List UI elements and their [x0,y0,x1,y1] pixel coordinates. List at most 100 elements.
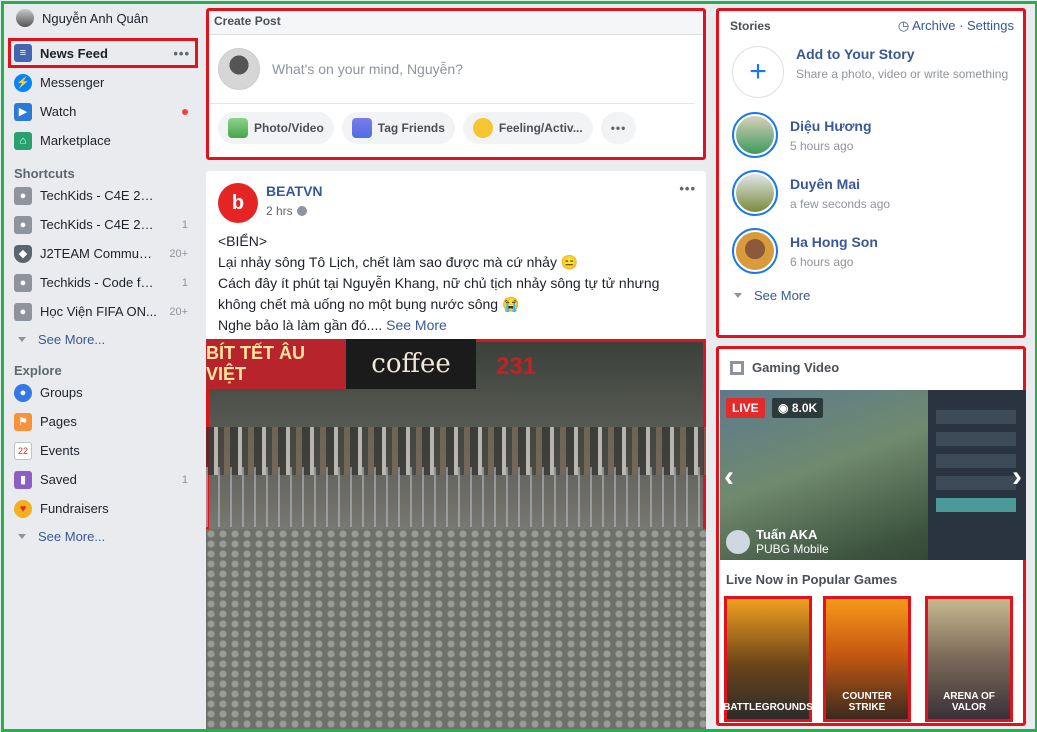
composer-placeholder: What's on your mind, Nguyễn? [272,61,463,77]
nav-watch[interactable]: ▶ Watch [8,97,198,126]
stories-title: Stories [730,19,771,33]
group-icon: ● [14,302,32,321]
shortcut-label: TechKids - C4E 23 ... [40,217,158,232]
profile-link[interactable]: Nguyễn Anh Quân [8,4,198,32]
story-avatar [732,112,778,158]
post-line: Cách đây ít phút tại Nguyễn Khang, nữ ch… [218,275,660,312]
page-name-link[interactable]: BEATVN [266,183,323,199]
see-more-link[interactable]: See More [386,317,447,333]
more-options-icon[interactable]: ••• [173,46,190,61]
shop-sign: coffee [346,339,476,389]
game-tile-counter-strike[interactable]: COUNTER STRIKE [823,596,911,722]
chevron-right-icon[interactable]: › [1012,460,1022,494]
messenger-icon: ⚡ [14,73,32,92]
shortcut-item[interactable]: ● TechKids - C4E 23 ... 1 [8,210,198,239]
nav-marketplace[interactable]: ⌂ Marketplace [8,126,198,155]
chevron-down-icon [18,336,26,342]
shortcut-label: Học Viện FIFA ON... [40,304,157,319]
flag-icon: ⚑ [14,412,32,431]
stories-see-more[interactable]: See More [716,282,1026,308]
composer-input[interactable]: What's on your mind, Nguyễn? [206,35,694,104]
add-story[interactable]: + Add to Your Story Share a photo, video… [716,46,1026,98]
shortcuts-see-more[interactable]: See More... [8,326,198,352]
bookmark-icon: ▮ [14,470,32,489]
game-title: COUNTER STRIKE [826,599,908,719]
page-logo-icon[interactable]: b [218,183,258,223]
clock-icon: ◷ [897,18,910,33]
news-feed-icon: ≡ [14,44,32,62]
marketplace-icon: ⌂ [14,131,32,150]
feed-post: b BEATVN 2 hrs ••• <BIỂN> Lại nhảy sông … [206,171,706,731]
explore-item-saved[interactable]: ▮ Saved 1 [8,465,198,494]
post-photo[interactable]: BÍT TẾT ÂU VIỆT coffee 231 [206,339,706,731]
story-item[interactable]: Diệu Hương 5 hours ago [716,112,1026,158]
more-options-button[interactable]: ••• [600,112,637,144]
explore-label: Events [40,443,80,458]
live-badge: LIVE [726,398,765,418]
group-icon: ● [14,186,32,205]
archive-link[interactable]: Archive [912,18,955,33]
shortcut-item[interactable]: ● TechKids - C4E 22 ... [8,181,198,210]
story-time: 6 hours ago [790,255,854,269]
shop-sign: 231 [496,353,537,380]
avatar [726,529,750,554]
post-time[interactable]: 2 hrs [266,204,323,218]
button-label: Feeling/Activ... [498,121,583,135]
chevron-left-icon[interactable]: ‹ [724,460,734,494]
button-label: Tag Friends [377,121,445,135]
post-options-icon[interactable]: ••• [679,181,696,196]
photo-icon [228,118,248,138]
story-item[interactable]: Ha Hong Son 6 hours ago [716,228,1026,274]
explore-item-groups[interactable]: ● Groups [8,378,198,407]
eye-icon: ◉ [778,401,789,415]
nav-news-feed[interactable]: ≡ News Feed ••• [8,38,198,68]
streamer-game: PUBG Mobile [756,542,829,556]
smiley-icon [472,118,493,138]
separator: · [955,18,968,33]
explore-see-more[interactable]: See More... [8,523,198,549]
story-item[interactable]: Duyên Mai a few seconds ago [716,170,1026,216]
more-options-icon: ••• [610,121,627,135]
plus-icon: + [732,46,784,98]
groups-icon: ● [14,383,32,402]
story-avatar [732,170,778,216]
shortcut-item[interactable]: ◆ J2TEAM Community 20+ [8,239,198,268]
shortcut-label: J2TEAM Community [40,246,158,261]
shortcut-item[interactable]: ● Học Viện FIFA ON... 20+ [8,297,198,326]
post-body: <BIỂN> Lại nhảy sông Tô Lịch, chết làm s… [206,223,706,336]
see-more-label: See More... [38,528,106,544]
viewer-count-value: 8.0K [791,401,818,415]
shortcut-item[interactable]: ● Techkids - Code for... 1 [8,268,198,297]
gaming-video-panel: Gaming Video LIVE ◉ 8.0K ‹ › Tuấn AKA PU… [716,346,1026,726]
shortcut-label: Techkids - Code for... [40,275,158,290]
see-more-label: See More... [38,331,106,347]
story-time: a few seconds ago [790,197,891,211]
post-header: b BEATVN 2 hrs [206,171,706,223]
photo-video-button[interactable]: Photo/Video [218,112,334,144]
explore-label: Groups [40,385,83,400]
nav-label: Messenger [40,75,105,90]
live-video-player[interactable]: LIVE ◉ 8.0K ‹ › Tuấn AKA PUBG Mobile [720,390,1026,560]
gaming-header: Gaming Video [716,346,1026,375]
group-icon: ● [14,273,32,292]
explore-item-pages[interactable]: ⚑ Pages [8,407,198,436]
settings-link[interactable]: Settings [967,18,1014,33]
game-tile-pubg[interactable]: BATTLEGROUNDS [723,596,813,722]
streamer-info[interactable]: Tuấn AKA PUBG Mobile [726,527,829,556]
user-name: Nguyễn Anh Quân [42,10,149,26]
avatar [16,9,34,27]
game-tile-arena-of-valor[interactable]: ARENA OF VALOR [925,596,1013,722]
explore-label: Saved [40,472,77,487]
chevron-down-icon [18,533,26,539]
explore-heading: Explore [14,363,62,378]
tag-friends-button[interactable]: Tag Friends [341,112,455,144]
add-story-title: Add to Your Story [796,46,915,62]
explore-item-events[interactable]: 22 Events [8,436,198,465]
story-avatar [732,228,778,274]
add-story-subtitle: Share a photo, video or write something [796,67,1009,81]
nav-messenger[interactable]: ⚡ Messenger [8,68,198,97]
feeling-activity-button[interactable]: Feeling/Activ... [462,112,593,144]
nav-label: News Feed [40,45,108,61]
left-sidebar: Nguyễn Anh Quân ≡ News Feed ••• ⚡ Messen… [8,4,198,549]
explore-item-fundraisers[interactable]: ♥ Fundraisers [8,494,198,523]
